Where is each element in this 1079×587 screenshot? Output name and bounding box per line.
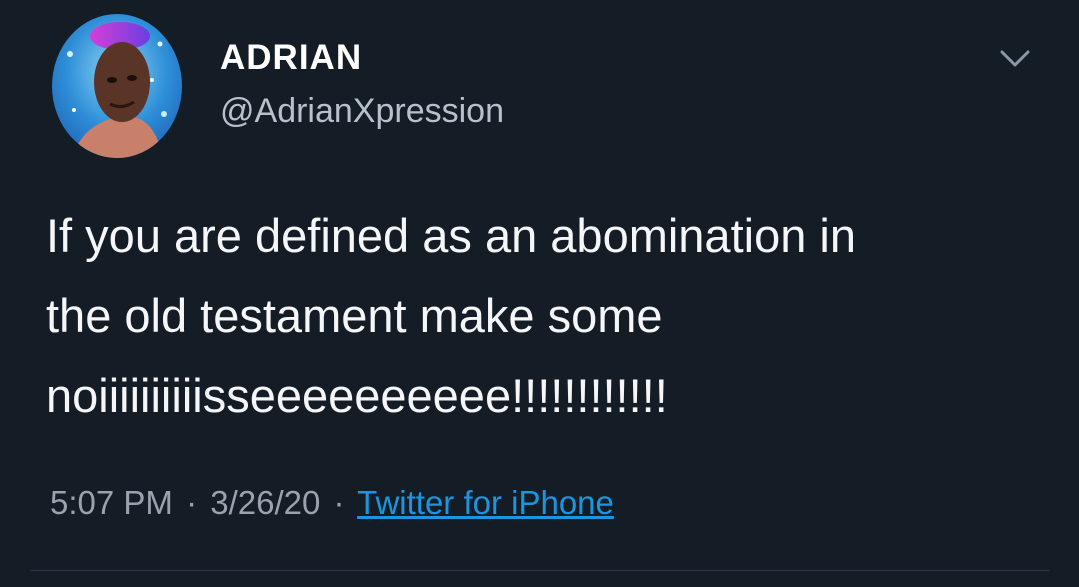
meta-separator: · [186,484,198,521]
tweet-source-link[interactable]: Twitter for iPhone [357,484,614,521]
divider [30,570,1050,571]
avatar[interactable] [52,14,182,158]
tweet-date[interactable]: 3/26/20 [210,484,320,521]
tweet-time[interactable]: 5:07 PM [50,484,173,521]
meta-separator: · [333,484,345,521]
user-handle[interactable]: @AdrianXpression [220,92,504,131]
tweet-text: If you are defined as an abomination in … [46,209,856,422]
tweet-meta: 5:07 PM · 3/26/20 · Twitter for iPhone [50,484,614,522]
chevron-down-icon[interactable] [998,46,1032,72]
tweet-card: ADRIAN @AdrianXpression If you are defin… [0,0,1079,587]
avatar-image [52,14,182,158]
display-name[interactable]: ADRIAN [220,38,362,78]
